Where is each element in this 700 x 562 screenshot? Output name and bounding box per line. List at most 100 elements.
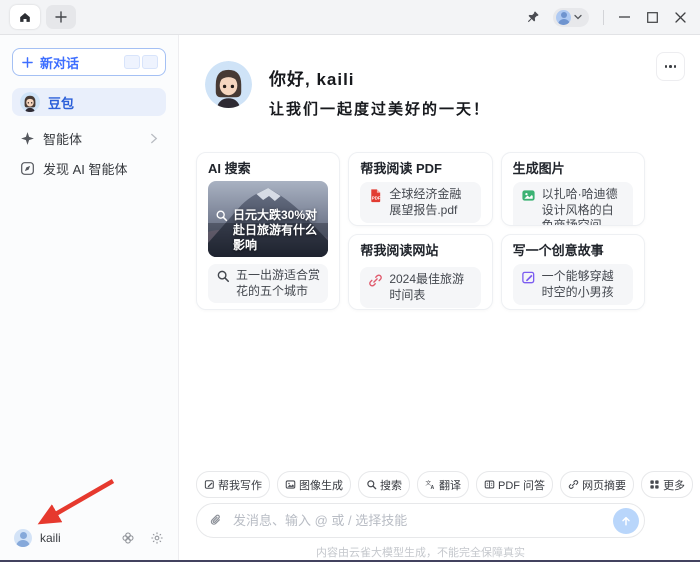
more-icon <box>664 65 668 68</box>
sidebar-item-label: 发现 AI 智能体 <box>43 161 128 177</box>
suggestion-cards: AI 搜索 日元大跌30%对赴日旅游有什么影响 五一出游适合赏花的五个城市 帮我… <box>196 152 645 310</box>
sidebar-item-agents[interactable]: 智能体 <box>12 124 166 152</box>
chip-translate[interactable]: 文A 翻译 <box>417 471 469 498</box>
clover-icon[interactable] <box>121 531 135 545</box>
message-input[interactable] <box>231 512 613 529</box>
minimize-icon <box>618 16 630 18</box>
search-suggestion[interactable]: 五一出游适合赏花的五个城市 <box>208 264 329 304</box>
new-tab-plus-icon <box>55 11 67 23</box>
titlebar-profile-menu[interactable] <box>553 7 589 27</box>
pencil-square-icon <box>521 270 536 285</box>
search-icon <box>216 269 230 283</box>
maximize-icon <box>646 11 658 23</box>
pdf-suggestion[interactable]: PDF 全球经济金融展望报告.pdf <box>360 182 481 224</box>
pdf-file-icon: PDF <box>368 188 383 203</box>
search-image-query: 日元大跌30%对赴日旅游有什么影响 <box>233 208 318 252</box>
sidebar-item-doubao[interactable]: 豆包 <box>12 88 166 116</box>
doubao-avatar <box>20 92 40 112</box>
sidebar: 新对话 豆包 智能体 发现 AI 智能体 kaili <box>0 35 179 560</box>
new-tab-button[interactable] <box>46 5 76 29</box>
chip-label: 翻译 <box>439 479 461 492</box>
sidebar-item-discover-agents[interactable]: 发现 AI 智能体 <box>12 154 166 182</box>
close-icon <box>674 11 686 23</box>
web-link-icon <box>368 273 383 288</box>
caret-down-icon <box>574 14 582 20</box>
chevron-right-icon <box>150 133 158 144</box>
pin-icon <box>526 10 540 24</box>
translate-icon: 文A <box>425 479 436 490</box>
sparkle-icon <box>20 131 35 146</box>
card-title: AI 搜索 <box>208 161 251 176</box>
suggestion-text: 以扎哈·哈迪德设计风格的白色商场空间 <box>541 187 618 226</box>
main-area: 你好, kaili 让我们一起度过美好的一天！ AI 搜索 日元大跌30%对赴日… <box>179 35 700 559</box>
more-options-button[interactable] <box>656 52 685 81</box>
card-creative-story[interactable]: 写一个创意故事 一个能够穿越时空的小男孩 <box>500 234 645 310</box>
chip-label: 帮我写作 <box>218 479 262 492</box>
disclaimer-text: 内容由云雀大模型生成，不能完全保障真实 <box>316 547 525 559</box>
image-gen-suggestion[interactable]: 以扎哈·哈迪德设计风格的白色商场空间 <box>512 182 633 226</box>
sidebar-item-label: 豆包 <box>48 95 75 111</box>
chip-label: 更多 <box>663 479 686 492</box>
card-read-pdf[interactable]: 帮我阅读 PDF PDF 全球经济金融展望报告.pdf <box>348 152 493 226</box>
new-chat-button[interactable]: 新对话 <box>12 48 166 76</box>
chip-label: 网页摘要 <box>582 479 627 492</box>
new-chat-label: 新对话 <box>40 55 80 71</box>
chip-web-summary[interactable]: 网页摘要 <box>560 471 635 498</box>
titlebar-controls <box>519 0 694 34</box>
send-button[interactable] <box>613 507 639 534</box>
greeting-line2: 让我们一起度过美好的一天！ <box>269 101 491 118</box>
pencil-square-icon <box>204 479 215 490</box>
card-title: 生成图片 <box>512 161 565 176</box>
chip-search[interactable]: 搜索 <box>358 471 410 498</box>
chip-pdf-qa[interactable]: PDF 问答 <box>476 471 554 498</box>
chip-write[interactable]: 帮我写作 <box>196 471 270 498</box>
settings-gear-icon[interactable] <box>150 531 164 545</box>
user-avatar[interactable] <box>14 529 32 547</box>
doubao-app-window: 新对话 豆包 智能体 发现 AI 智能体 kaili 你好, kaili 让我们… <box>0 0 700 562</box>
search-image-suggestion[interactable]: 日元大跌30%对赴日旅游有什么影响 <box>208 181 329 257</box>
suggestion-text: 一个能够穿越时空的小男孩 <box>541 269 614 299</box>
username-label: kaili <box>40 531 61 545</box>
card-title: 写一个创意故事 <box>512 243 604 258</box>
image-icon <box>285 479 296 490</box>
card-read-website[interactable]: 帮我阅读网站 2024最佳旅游时间表 <box>348 234 493 310</box>
chip-label: 图像生成 <box>299 479 343 492</box>
pin-button[interactable] <box>519 3 547 31</box>
suggestion-text: 五一出游适合赏花的五个城市 <box>236 268 321 298</box>
discover-agents-icon <box>20 161 35 176</box>
card-generate-image[interactable]: 生成图片 以扎哈·哈迪德设计风格的白色商场空间 <box>500 152 645 226</box>
chip-more[interactable]: 更多 <box>641 471 694 498</box>
search-icon <box>215 209 228 222</box>
message-input-bar <box>196 503 645 538</box>
arrow-up-icon <box>620 515 632 527</box>
suggestion-text: 2024最佳旅游时间表 <box>389 272 465 302</box>
story-suggestion[interactable]: 一个能够穿越时空的小男孩 <box>512 264 633 306</box>
link-icon <box>568 479 579 490</box>
greeting-line1: 你好, kaili <box>269 70 355 89</box>
maximize-button[interactable] <box>638 3 666 31</box>
home-tab-button[interactable] <box>10 5 40 29</box>
card-ai-search[interactable]: AI 搜索 日元大跌30%对赴日旅游有什么影响 五一出游适合赏花的五个城市 <box>196 152 341 310</box>
sidebar-footer: kaili <box>14 529 164 547</box>
plus-icon <box>22 56 33 68</box>
card-title: 帮我阅读网站 <box>360 243 439 258</box>
profile-avatar-icon <box>556 9 571 25</box>
greeting: 你好, kaili 让我们一起度过美好的一天！ <box>205 61 490 119</box>
suggestion-text: 全球经济金融展望报告.pdf <box>389 187 462 217</box>
greeting-avatar <box>205 61 252 108</box>
card-title: 帮我阅读 PDF <box>360 161 442 176</box>
window-titlebar <box>0 0 700 35</box>
keyboard-shortcut-badge <box>124 55 158 69</box>
paperclip-icon[interactable] <box>209 513 223 528</box>
minimize-button[interactable] <box>610 3 638 31</box>
chip-label: PDF 问答 <box>498 479 546 492</box>
chip-label: 搜索 <box>380 479 402 492</box>
home-icon <box>18 10 32 24</box>
titlebar-divider <box>603 9 604 25</box>
sidebar-item-label: 智能体 <box>43 131 83 147</box>
svg-text:PDF: PDF <box>372 195 381 200</box>
website-suggestion[interactable]: 2024最佳旅游时间表 <box>360 267 481 309</box>
search-icon <box>366 479 377 490</box>
chip-image-gen[interactable]: 图像生成 <box>277 471 351 498</box>
close-button[interactable] <box>666 3 694 31</box>
